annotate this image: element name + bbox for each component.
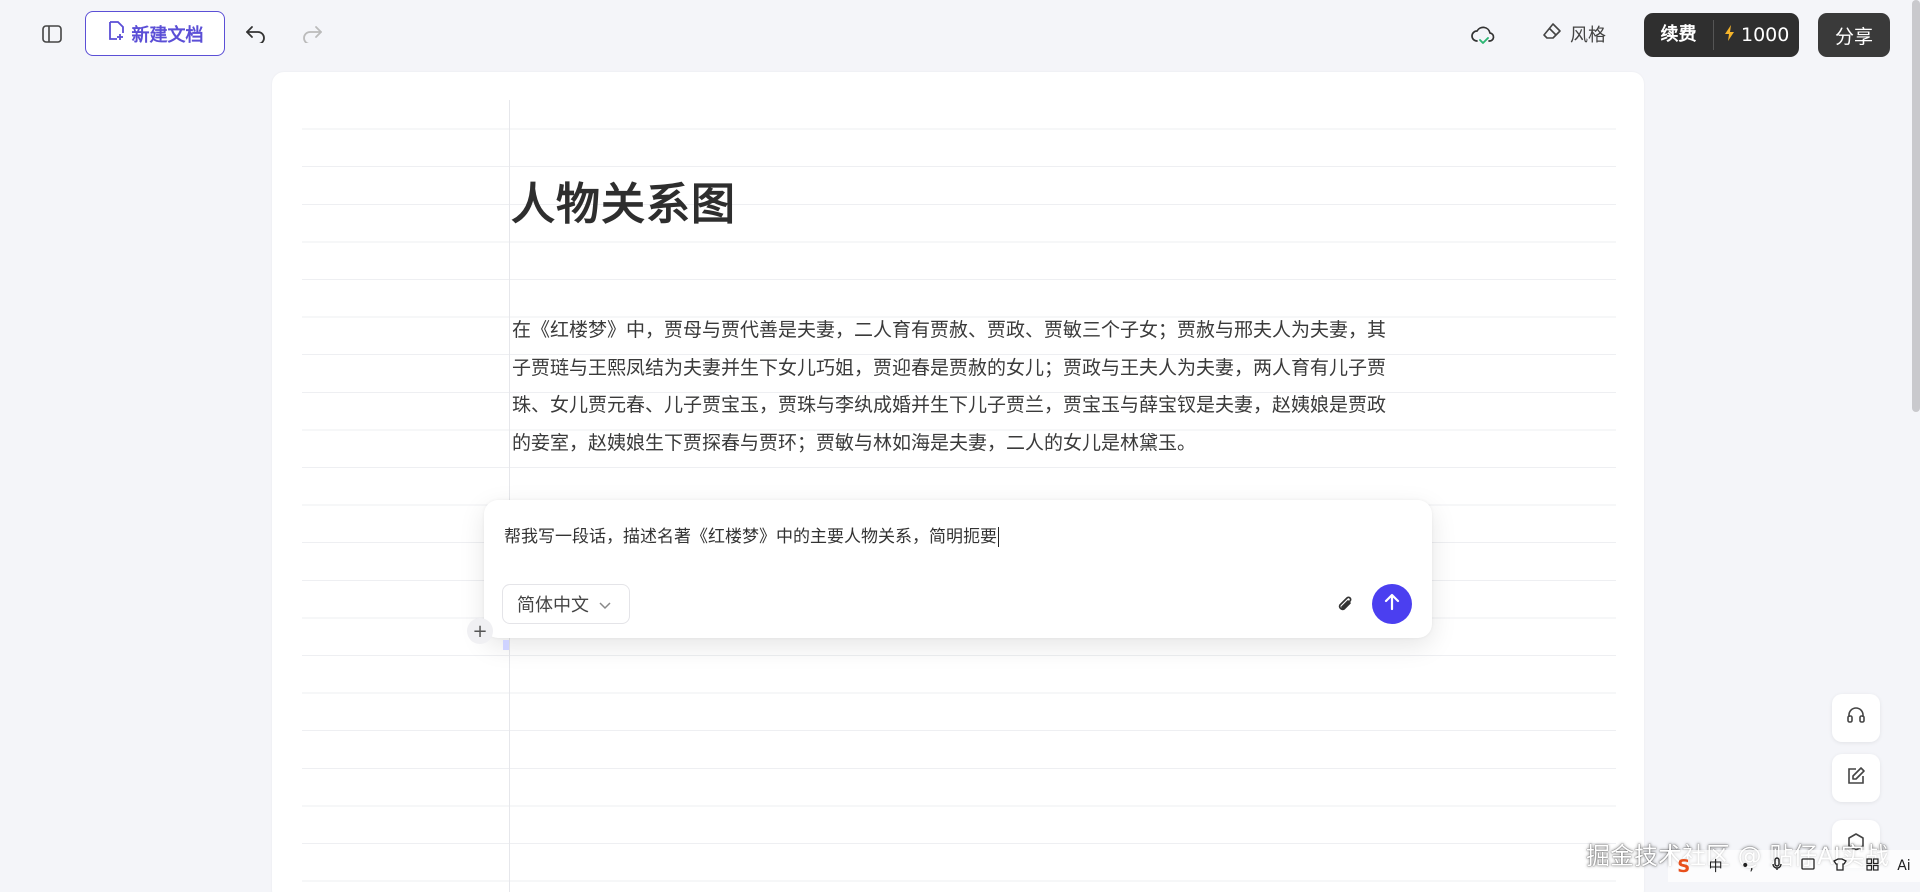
language-select[interactable]: 简体中文 [502,584,630,624]
credits-balance: 1000 [1714,24,1789,46]
new-doc-icon [107,21,125,46]
style-button[interactable]: 风格 [1542,18,1606,50]
block-marker [503,640,509,650]
new-document-button[interactable]: 新建文档 [85,11,225,56]
renew-button[interactable]: 续费 1000 [1644,13,1799,57]
document-paragraph[interactable]: 在《红楼梦》中，贾母与贾代善是夫妻，二人育有贾赦、贾政、贾敏三个子女；贾赦与邢夫… [512,312,1397,462]
ime-grid-icon[interactable] [1866,857,1879,875]
edit-button[interactable] [1832,754,1880,802]
top-toolbar: 新建文档 风格 续费 1000 分享 [0,0,1920,68]
ai-prompt-card: 帮我写一段话，描述名著《红楼梦》中的主要人物关系，简明扼要 简体中文 [484,500,1432,638]
send-button[interactable] [1372,584,1412,624]
attach-icon[interactable] [1330,590,1360,620]
ime-mode[interactable]: 中 [1709,856,1723,876]
ime-ai-label[interactable]: Ai [1897,858,1910,874]
headset-icon [1846,706,1866,730]
ime-toolbar: S 中 •, Ai [1668,850,1920,882]
margin-line [509,100,510,892]
chevron-down-icon [599,594,611,615]
text-caret [998,527,999,547]
credits-value: 1000 [1741,24,1790,46]
language-value: 简体中文 [517,595,589,616]
new-doc-label: 新建文档 [131,24,204,46]
lightning-icon [1724,24,1735,46]
add-block-button[interactable]: + [467,618,493,644]
prompt-input[interactable]: 帮我写一段话，描述名著《红楼梦》中的主要人物关系，简明扼要 [504,522,1384,547]
style-brush-icon [1542,22,1562,47]
redo-icon[interactable] [298,20,326,48]
ime-skin-icon[interactable] [1833,857,1848,875]
sidebar-toggle-icon[interactable] [38,20,66,48]
send-arrow-icon [1384,593,1400,615]
prompt-text: 帮我写一段话，描述名著《红楼梦》中的主要人物关系，简明扼要 [504,527,997,547]
document-title[interactable]: 人物关系图 [511,168,736,232]
ime-punctuation-icon[interactable]: •, [1741,858,1754,874]
cloud-sync-icon[interactable] [1468,20,1498,50]
scrollbar[interactable] [1912,0,1920,412]
ime-logo[interactable]: S [1677,856,1690,877]
ime-keyboard-icon[interactable] [1801,858,1815,874]
support-button[interactable] [1832,694,1880,742]
renew-label: 续费 [1644,20,1714,50]
style-label: 风格 [1570,25,1606,46]
edit-icon [1846,766,1866,790]
ime-mic-icon[interactable] [1772,857,1783,875]
undo-icon[interactable] [242,20,270,48]
share-button[interactable]: 分享 [1818,13,1890,57]
ruled-lines [302,92,1616,892]
